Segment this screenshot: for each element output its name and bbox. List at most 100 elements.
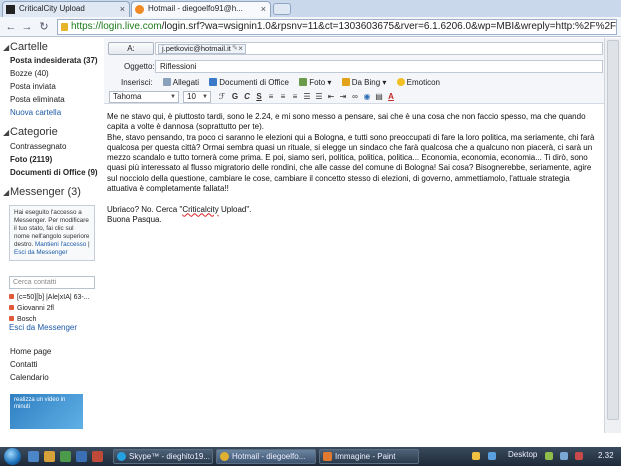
misspelled-word: Criticalcity [182, 204, 219, 214]
categories-header[interactable]: ◢Categorie [3, 126, 58, 138]
paperclip-icon [162, 78, 171, 86]
remove-icon[interactable]: × [238, 45, 243, 53]
tray-icon[interactable] [575, 452, 583, 460]
url-path: /login.srf?wa=wsignin1.0&rpsnv=11&ct=130… [161, 21, 617, 32]
folder-junk[interactable]: Posta indesiderata (37) [10, 56, 98, 65]
desktop-toolbar[interactable]: Desktop [508, 450, 537, 459]
font-icon[interactable]: ℱ [217, 91, 227, 103]
contact-search-input[interactable]: Cerca contatti [9, 276, 95, 289]
compose-pane: A: j.petkovic@hotmail.it ✎ × Oggetto: Ri… [104, 38, 621, 433]
close-icon[interactable]: × [120, 2, 125, 16]
folder-icon[interactable] [44, 451, 55, 462]
close-icon[interactable]: × [261, 2, 266, 16]
bullet-list-icon[interactable]: ☰ [314, 91, 324, 103]
insert-attachments[interactable]: Allegati [162, 78, 199, 87]
exit-messenger-link[interactable]: Esci da Messenger [9, 323, 77, 332]
taskbar-paint[interactable]: Immagine - Paint [319, 449, 419, 464]
back-arrow-icon[interactable]: ← [4, 20, 18, 34]
folders-header[interactable]: ◢Cartelle [3, 41, 48, 53]
align-left-icon[interactable]: ≡ [266, 91, 276, 103]
volume-icon[interactable] [560, 452, 568, 460]
numbered-list-icon[interactable]: ☰ [302, 91, 312, 103]
media-icon[interactable] [60, 451, 71, 462]
font-family-select[interactable]: Tahoma ▼ [109, 91, 179, 103]
start-button[interactable] [4, 448, 21, 465]
forward-arrow-icon[interactable]: → [20, 20, 34, 34]
keep-signed-in-link[interactable]: Mantieni l'accesso [35, 241, 86, 248]
recipient-chip[interactable]: j.petkovic@hotmail.it ✎ × [158, 44, 246, 54]
chrome-icon [220, 452, 229, 461]
new-folder-link[interactable]: Nuova cartella [10, 108, 61, 117]
body-paragraph: Bhe, stavo pensando, tra poco ci saranno… [107, 132, 595, 194]
home-page-link[interactable]: Home page [10, 347, 51, 356]
scrollbar[interactable] [604, 38, 621, 433]
to-field[interactable]: j.petkovic@hotmail.it ✎ × [155, 42, 603, 55]
taskbar-hotmail[interactable]: Hotmail - diegoelfo... [216, 449, 316, 464]
message-body[interactable]: Me ne stavo qui, è piuttosto tardi, sono… [107, 112, 602, 236]
collapse-icon: ◢ [3, 188, 10, 197]
url-secure-part: https://login.live.com [71, 21, 162, 32]
paint-icon [323, 452, 332, 461]
tab-title: CriticalCity Upload [19, 4, 85, 13]
subject-input[interactable]: Riflessioni [155, 60, 603, 73]
edit-pencil-icon[interactable]: ✎ [232, 45, 238, 53]
scrollbar-thumb[interactable] [607, 40, 619, 420]
highlight-icon[interactable]: ▤ [374, 91, 384, 103]
bold-icon[interactable]: G [230, 91, 240, 103]
contact-item[interactable]: [c=50][b] |Ale|xIA| 63-... [9, 294, 90, 301]
status-icon [9, 316, 14, 321]
tray-icon[interactable] [472, 452, 480, 460]
italic-icon[interactable]: C [242, 91, 252, 103]
folder-drafts[interactable]: Bozze (40) [10, 69, 49, 78]
insert-from-bing[interactable]: Da Bing ▾ [341, 78, 386, 87]
url-input[interactable]: https://login.live.com/login.srf?wa=wsig… [57, 19, 617, 35]
status-icon [9, 294, 14, 299]
folder-deleted[interactable]: Posta eliminata [10, 95, 65, 104]
contacts-link[interactable]: Contatti [10, 360, 38, 369]
video-ad-banner[interactable]: realizza un video in minuti [10, 394, 83, 429]
link-icon[interactable]: ∞ [350, 91, 360, 103]
tab-title: Hotmail - diegoelfo91@h... [148, 4, 243, 13]
insert-toolbar: Inserisci: Allegati Documenti di Office … [121, 78, 448, 88]
explorer-icon[interactable] [28, 451, 39, 462]
align-center-icon[interactable]: ≡ [278, 91, 288, 103]
folder-sent[interactable]: Posta inviata [10, 82, 56, 91]
reload-icon[interactable]: ↻ [37, 20, 51, 34]
browser-tab-criticalcity[interactable]: CriticalCity Upload × [2, 1, 130, 17]
contact-item[interactable]: Giovanni 2fl [9, 305, 54, 312]
dropdown-arrow-icon: ▼ [170, 94, 176, 100]
indent-icon[interactable]: ⇥ [338, 91, 348, 103]
body-paragraph: Buona Pasqua. [107, 214, 162, 224]
exit-messenger-link[interactable]: Esci da Messenger [14, 249, 68, 256]
compose-header: A: j.petkovic@hotmail.it ✎ × Oggetto: Ri… [104, 38, 604, 104]
contact-item[interactable]: Bosch [9, 316, 36, 323]
dropdown-arrow-icon: ▼ [202, 94, 208, 100]
body-paragraph: Ubriaco? No. Cerca "Criticalcity Upload"… [107, 204, 252, 214]
app-icon[interactable] [92, 451, 103, 462]
tray-icon[interactable] [488, 452, 496, 460]
category-photos[interactable]: Foto (2119) [10, 155, 52, 164]
network-icon[interactable] [545, 452, 553, 460]
underline-icon[interactable]: S [254, 91, 264, 103]
category-flagged[interactable]: Contrassegnato [10, 142, 66, 151]
category-office-docs[interactable]: Documenti di Office (9) [10, 168, 98, 177]
taskbar-skype[interactable]: Skype™ - dieghito19... [113, 449, 213, 464]
insert-office-docs[interactable]: Documenti di Office [209, 78, 289, 87]
outdent-icon[interactable]: ⇤ [326, 91, 336, 103]
messenger-header[interactable]: ◢Messenger (3) [3, 186, 81, 198]
text-color-icon[interactable]: A [386, 91, 396, 103]
address-bar: ← → ↻ https://login.live.com/login.srf?w… [0, 17, 621, 37]
insert-emoticon[interactable]: Emoticon [396, 78, 440, 87]
chrome-icon[interactable] [76, 451, 87, 462]
subject-label: Oggetto: [124, 62, 155, 71]
status-icon [9, 305, 14, 310]
browser-tab-hotmail[interactable]: Hotmail - diegoelfo91@h... × [131, 1, 271, 17]
align-right-icon[interactable]: ≡ [290, 91, 300, 103]
font-size-select[interactable]: 10 ▼ [183, 91, 211, 103]
to-button[interactable]: A: [108, 42, 154, 55]
clock[interactable]: 2.32 [598, 451, 614, 460]
insert-photos[interactable]: Foto ▾ [299, 78, 331, 87]
calendar-link[interactable]: Calendario [10, 373, 49, 382]
globe-icon[interactable]: ◉ [362, 91, 372, 103]
new-tab-button[interactable] [273, 3, 291, 15]
